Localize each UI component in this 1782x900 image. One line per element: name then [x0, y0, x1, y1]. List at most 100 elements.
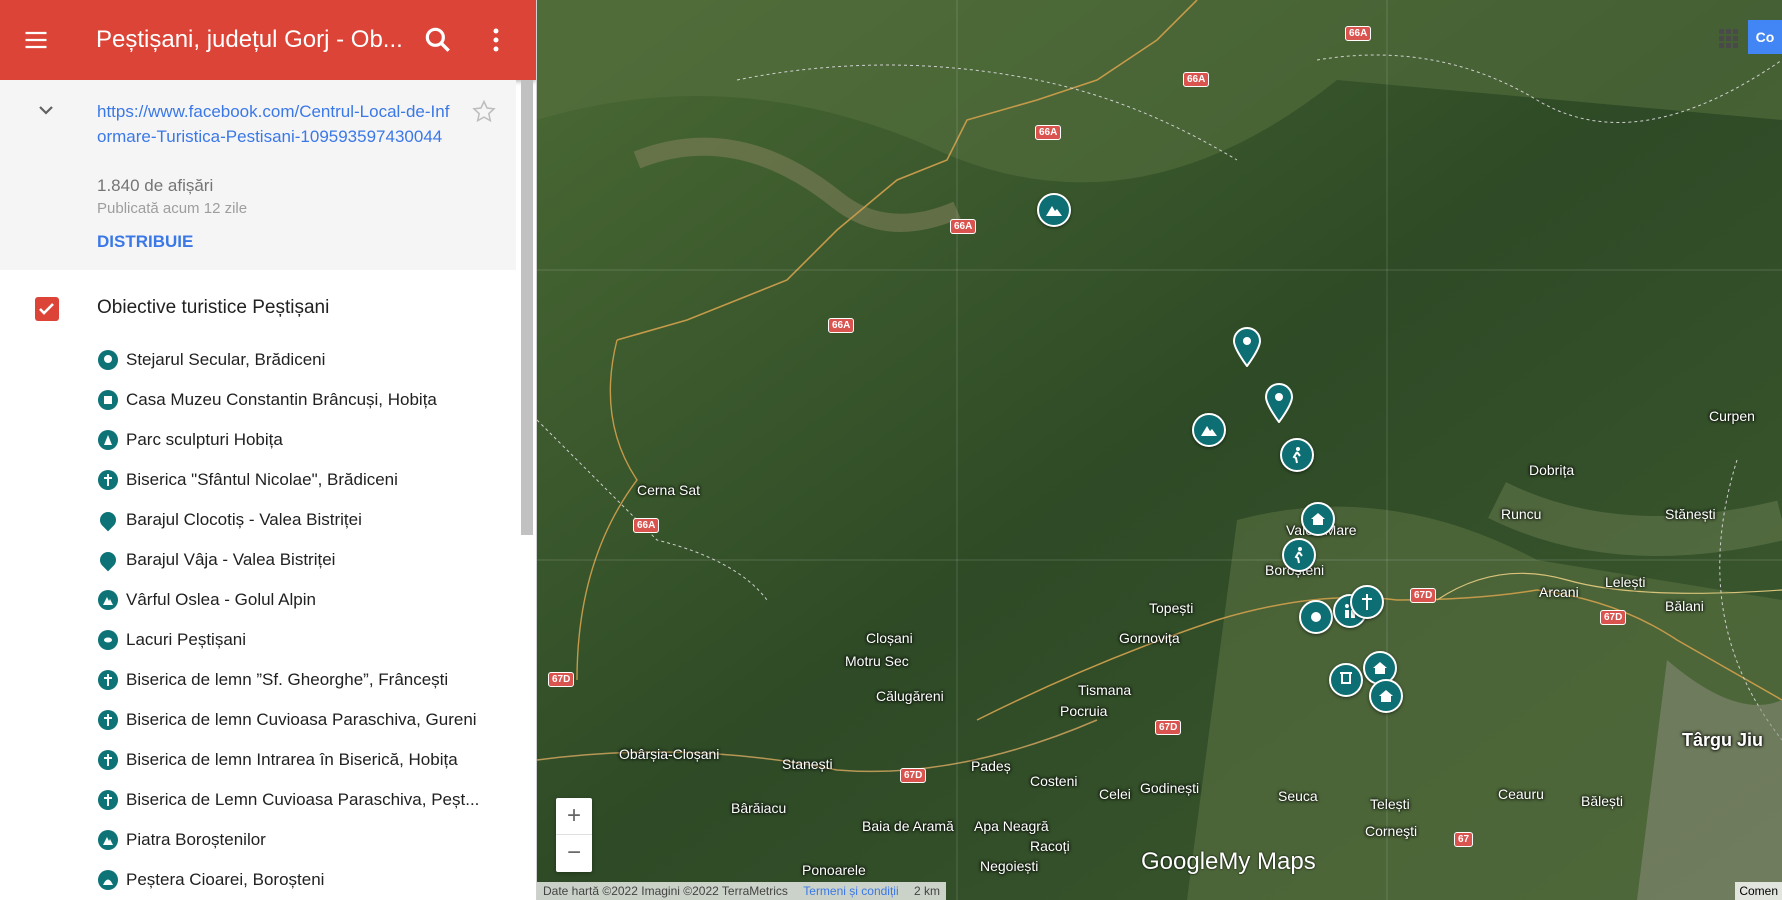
church-icon [98, 790, 118, 810]
road-shield: 66A [1035, 125, 1062, 140]
place-item[interactable]: Biserica de Lemn Cuvioasa Paraschiva, Pe… [98, 780, 518, 820]
swing-icon [1340, 672, 1352, 684]
road-shield: 66A [633, 518, 660, 533]
home-marker[interactable] [1369, 679, 1403, 713]
zoom-out-button[interactable]: − [556, 835, 592, 871]
town-label: Târgu Jiu [1682, 730, 1764, 750]
mountain-marker[interactable] [1037, 193, 1071, 227]
church-icon [98, 710, 118, 730]
hiking-marker[interactable] [1280, 438, 1314, 472]
home-marker[interactable] [1301, 502, 1335, 536]
place-label: Vârful Oslea - Golul Alpin [126, 590, 316, 609]
swing-marker[interactable] [1329, 663, 1363, 697]
scale-label: 2 km [913, 884, 940, 898]
place-item[interactable]: Barajul Vâja - Valea Bistriței [96, 540, 518, 580]
place-item[interactable]: Barajul Clocotiș - Valea Bistriței [96, 500, 518, 540]
place-label: Peștera Cioarei, Boroșteni [126, 870, 325, 889]
mountain-icon [1201, 426, 1217, 436]
chevron-down-icon[interactable] [34, 98, 58, 122]
mountain-icon [98, 590, 118, 610]
description-link[interactable]: https://www.facebook.com/Centrul-Local-d… [97, 99, 457, 149]
town-label: Călugăreni [876, 688, 944, 704]
place-item[interactable]: Peștera Cioarei, Boroșteni [98, 860, 518, 900]
place-item[interactable]: Biserica de lemn Intrarea în Biserică, H… [98, 740, 518, 780]
pin-marker[interactable] [1264, 383, 1294, 423]
mountain-icon [98, 830, 118, 850]
map-canvas[interactable]: Câmpu lui NeagCerna SatValea MareDobrița… [537, 0, 1782, 900]
road-shield: 66A [828, 318, 855, 333]
signin-button[interactable]: Co [1748, 20, 1782, 54]
attribution-text: Date hartă ©2022 Imagini ©2022 TerraMetr… [543, 884, 788, 898]
place-item[interactable]: Biserica "Sfântul Nicolae", Brădiceni [98, 460, 518, 500]
share-button[interactable]: DISTRIBUIE [97, 232, 193, 252]
terms-link[interactable]: Termeni și condiții [803, 884, 898, 898]
more-vert-icon[interactable] [484, 24, 508, 56]
layer-checkbox[interactable] [35, 297, 59, 321]
star-icon[interactable] [470, 98, 498, 126]
fish-icon [98, 630, 118, 650]
place-item[interactable]: Piatra Boroștenilor [98, 820, 518, 860]
sculpture-icon [98, 430, 118, 450]
church-marker[interactable] [1350, 585, 1384, 619]
place-label: Barajul Vâja - Valea Bistriței [126, 550, 336, 569]
home-icon [1373, 662, 1387, 674]
place-item[interactable]: Lacuri Peștișani [98, 620, 518, 660]
road-shield: 66A [1183, 72, 1210, 87]
sculpture-marker[interactable] [1299, 600, 1333, 634]
town-label: Bălești [1581, 793, 1624, 809]
church-icon [98, 750, 118, 770]
place-label: Parc sculpturi Hobița [126, 430, 283, 449]
place-item[interactable]: Biserica de lemn ”Sf. Gheorghe”, Frânceș… [98, 660, 518, 700]
view-count: 1.840 de afișări [97, 176, 214, 195]
pin-marker[interactable] [1232, 327, 1262, 367]
town-label: Dobrița [1529, 462, 1575, 478]
search-icon[interactable] [422, 24, 454, 56]
zoom-in-button[interactable]: + [556, 798, 592, 834]
zoom-control: + − [556, 798, 592, 872]
town-label: Topești [1149, 600, 1194, 616]
road-shield: 67D [548, 672, 575, 687]
town-label: Costeni [1030, 773, 1078, 789]
town-label: Obârșia-Cloșani [619, 746, 720, 762]
town-label: Celei [1099, 786, 1131, 802]
mountain-marker[interactable] [1192, 413, 1226, 447]
place-label: Lacuri Peștișani [126, 630, 247, 649]
town-label: Corneşti [1365, 823, 1418, 839]
place-item[interactable]: Parc sculpturi Hobița [98, 420, 518, 460]
comment-link[interactable]: Comen [1735, 882, 1782, 900]
cave-icon [98, 870, 118, 890]
road-shield: 66A [1345, 26, 1372, 41]
mymaps-logo: GoogleMy Maps [1141, 848, 1316, 876]
place-item[interactable]: Biserica de lemn Cuvioasa Paraschiva, Gu… [98, 700, 518, 740]
layer-title[interactable]: Obiective turistice Peștișani [97, 297, 329, 319]
tree-icon [98, 350, 118, 370]
town-label: Cloșani [866, 630, 913, 646]
road-shield: 67D [900, 768, 927, 783]
map-info-panel: https://www.facebook.com/Centrul-Local-d… [0, 80, 516, 270]
mountain-icon [1046, 206, 1062, 216]
road-shield: 67D [1155, 720, 1182, 735]
apps-grid-icon[interactable] [1718, 28, 1740, 50]
place-item[interactable]: Vârful Oslea - Golul Alpin [98, 580, 518, 620]
pin-icon [96, 508, 120, 532]
place-item[interactable]: Stejarul Secular, Brădiceni [98, 340, 518, 380]
church-icon [98, 470, 118, 490]
town-label: Apa Neagră [974, 818, 1049, 834]
place-item[interactable]: Casa Muzeu Constantin Brâncuși, Hobița [98, 380, 518, 420]
check-icon [39, 303, 54, 315]
museum-icon [98, 390, 118, 410]
home-icon [1379, 690, 1393, 702]
road-shield: 67D [1410, 588, 1437, 603]
hiking-marker[interactable] [1282, 538, 1316, 572]
menu-icon[interactable] [22, 26, 50, 54]
town-label: Seuca [1278, 788, 1318, 804]
map-title[interactable]: Peștișani, județul Gorj - Ob... [96, 26, 411, 54]
satellite-terrain [537, 0, 1782, 900]
town-label: Padeș [971, 758, 1011, 774]
town-label: Runcu [1501, 506, 1542, 522]
hiking-icon [1292, 447, 1301, 464]
sidebar-scrollbar[interactable] [521, 80, 533, 535]
place-label: Stejarul Secular, Brădiceni [126, 350, 326, 369]
place-label: Biserica de lemn Intrarea în Biserică, H… [126, 750, 458, 769]
town-label: Baia de Aramă [862, 818, 954, 834]
